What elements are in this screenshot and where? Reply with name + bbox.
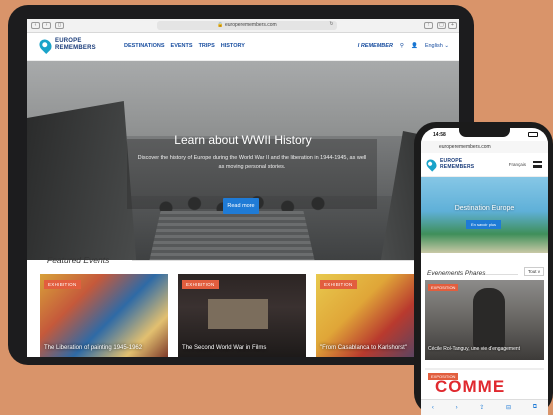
event-badge: EXHIBITION [320, 280, 357, 289]
phone-url-bar[interactable]: europeremembers.com [421, 141, 548, 153]
event-title: Cécile Rol-Tanguy, une vie d'engagement [428, 346, 521, 352]
back-icon[interactable]: ‹ [31, 22, 40, 29]
share-icon[interactable]: ⇪ [479, 404, 484, 411]
event-poster-text: COMME [435, 377, 506, 396]
tablet-device: ‹ › ▯ 🔒 europeremembers.com ↻ ↑ ▢ + EURO… [8, 5, 474, 365]
back-icon[interactable]: ‹ [432, 405, 434, 411]
divider [485, 274, 518, 275]
hero-subtitle: Discover the history of Europe during th… [137, 155, 367, 170]
logo[interactable]: EUROPE REMEMBERS [37, 36, 96, 54]
nav-right: I REMEMBER ⚲ 👤 English ⌄ [358, 43, 449, 49]
event-cards: EXHIBITION The Liberation of painting 19… [40, 274, 444, 357]
location-pin-icon [424, 156, 439, 172]
nav-destinations[interactable]: DESTINATIONS [124, 43, 165, 49]
hero-boat-ramp [147, 211, 317, 260]
event-title: The Second World War in Films [182, 345, 267, 351]
logo[interactable]: EUROPE REMEMBERS [424, 156, 475, 172]
status-time: 14:58 [433, 132, 446, 138]
event-badge: EXHIBITION [44, 280, 81, 289]
battery-icon [528, 132, 538, 137]
phone-status-bar: 14:58 [421, 128, 548, 141]
forward-icon[interactable]: › [456, 405, 458, 411]
nav-history[interactable]: HISTORY [221, 43, 245, 49]
logo-line-2: REMEMBERS [440, 164, 475, 170]
event-badge: EXHIBITION [182, 280, 219, 289]
nav-events[interactable]: EVENTS [171, 43, 193, 49]
logo-line-2: REMEMBERS [55, 45, 96, 51]
event-card[interactable]: EXPOSITION Cécile Rol-Tanguy, une vie d'… [425, 280, 544, 360]
event-card[interactable]: EXHIBITION The Second World War in Films [178, 274, 306, 357]
url-text: europeremembers.com [224, 22, 277, 28]
sidebar-icon[interactable]: ▯ [55, 22, 64, 29]
learn-more-button[interactable]: En savoir plus [466, 220, 501, 229]
language-label: English [424, 43, 443, 49]
hero-banner: Learn about WWII History Discover the hi… [27, 61, 459, 260]
language-select[interactable]: English ⌄ [425, 43, 449, 49]
featured-events-heading: Featured Events [47, 255, 110, 265]
phone-site-header: EUROPE REMEMBERS Français [421, 153, 548, 177]
divider [132, 260, 441, 261]
main-nav: DESTINATIONS EVENTS TRIPS HISTORY [124, 43, 245, 49]
location-pin-icon [37, 36, 54, 54]
read-more-button[interactable]: Read more [223, 198, 259, 214]
hero-title: Learn about WWII History [174, 133, 312, 147]
phone-hero: Destination Europe En savoir plus [421, 177, 548, 253]
hero-boat-left [27, 101, 137, 260]
tablet-screen: ‹ › ▯ 🔒 europeremembers.com ↻ ↑ ▢ + EURO… [27, 19, 459, 357]
new-tab-icon[interactable]: + [448, 22, 457, 29]
i-remember-link[interactable]: I REMEMBER [358, 43, 393, 49]
safari-toolbar: ‹ › ▯ 🔒 europeremembers.com ↻ ↑ ▢ + [27, 19, 459, 33]
events-heading: Evenements Phares [427, 270, 486, 277]
phone-device: 14:58 europeremembers.com EUROPE REMEMBE… [414, 122, 553, 415]
user-icon[interactable]: 👤 [411, 43, 418, 49]
url-bar[interactable]: 🔒 europeremembers.com [157, 21, 337, 30]
event-badge: EXPOSITION [428, 284, 459, 291]
event-card[interactable]: EXHIBITION The Liberation of painting 19… [40, 274, 168, 357]
language-select[interactable]: Français [509, 162, 526, 167]
phone-hero-title: Destination Europe [454, 205, 515, 212]
site-header: EUROPE REMEMBERS DESTINATIONS EVENTS TRI… [27, 33, 459, 61]
nav-trips[interactable]: TRIPS [199, 43, 215, 49]
share-icon[interactable]: ↑ [424, 22, 433, 29]
bookmarks-icon[interactable]: ⊟ [506, 404, 511, 411]
phone-screen: 14:58 europeremembers.com EUROPE REMEMBE… [421, 128, 548, 415]
event-title: The Liberation of painting 1945-1962 [44, 345, 143, 351]
search-icon[interactable]: ⚲ [400, 43, 404, 49]
forward-icon[interactable]: › [42, 22, 51, 29]
logo-line-1: EUROPE [55, 38, 82, 44]
reload-icon[interactable]: ↻ [327, 22, 336, 29]
tabs-icon[interactable]: ⧉ [533, 404, 537, 411]
hamburger-menu-icon[interactable] [533, 161, 542, 168]
tabs-icon[interactable]: ▢ [437, 22, 446, 29]
chevron-down-icon: ⌄ [444, 43, 449, 49]
url-text: europeremembers.com [439, 144, 491, 150]
event-card[interactable]: EXPOSITION COMME [425, 368, 544, 398]
lock-icon: 🔒 [217, 22, 224, 28]
phone-browser-toolbar: ‹ › ⇪ ⊟ ⧉ [421, 399, 548, 415]
see-all-button[interactable]: Tout v [523, 267, 544, 276]
